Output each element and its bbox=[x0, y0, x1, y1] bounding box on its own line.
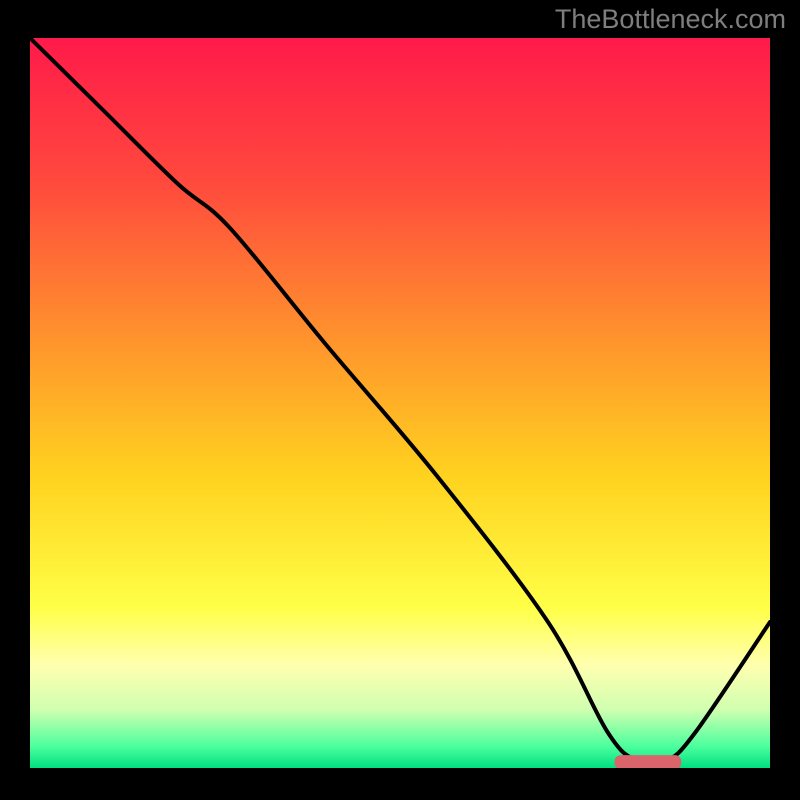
watermark-text: TheBottleneck.com bbox=[555, 4, 786, 35]
optimal-zone-marker bbox=[615, 755, 682, 768]
bottleneck-chart bbox=[30, 38, 770, 768]
chart-container: TheBottleneck.com bbox=[0, 0, 800, 800]
